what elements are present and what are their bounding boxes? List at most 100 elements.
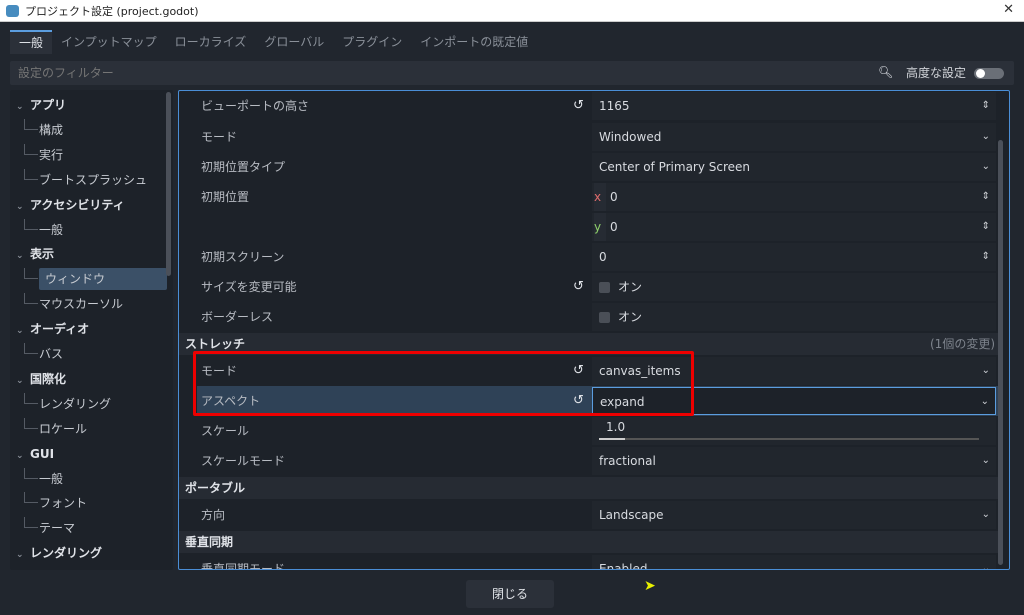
tree-category[interactable]: ⌄表示 bbox=[10, 243, 54, 265]
close-button[interactable]: 閉じる bbox=[466, 580, 554, 608]
section-title: ポータブル bbox=[185, 477, 245, 499]
chevron-down-icon[interactable]: ⌄ bbox=[16, 320, 30, 342]
property-row: 初期スクリーン 0⇕ bbox=[179, 242, 999, 272]
section-header[interactable]: ポータブル bbox=[179, 477, 999, 499]
chevron-down-icon: ⌄ bbox=[981, 388, 989, 416]
tab-2[interactable]: ローカライズ bbox=[166, 30, 256, 54]
tree-item[interactable]: ロケール bbox=[10, 418, 87, 440]
property-label: 初期位置 bbox=[201, 182, 249, 212]
chevron-down-icon: ⌄ bbox=[982, 501, 990, 529]
tree-item-label: レンダリング bbox=[39, 397, 111, 411]
tree-category[interactable]: ⌄アプリ bbox=[10, 94, 66, 116]
close-window-icon[interactable]: ✕ bbox=[1003, 2, 1014, 17]
tree-item-label: テーマ bbox=[39, 521, 75, 535]
tree-item[interactable]: 一般 bbox=[10, 468, 63, 490]
tree-category[interactable]: ⌄オーディオ bbox=[10, 318, 89, 340]
property-row: 方向 Landscape⌄ bbox=[179, 500, 999, 530]
tree-item[interactable]: バス bbox=[10, 343, 63, 365]
tab-0[interactable]: 一般 bbox=[10, 30, 52, 54]
tree-item[interactable]: 実行 bbox=[10, 144, 63, 166]
chevron-down-icon[interactable]: ⌄ bbox=[16, 445, 30, 467]
property-row: y0⇕ bbox=[179, 212, 999, 242]
property-value-spin[interactable]: 0⇕ bbox=[592, 243, 996, 271]
value-text: Windowed bbox=[599, 130, 661, 144]
tab-1[interactable]: インプットマップ bbox=[52, 30, 166, 54]
tree-item-label: アクセシビリティ bbox=[30, 198, 125, 212]
tree-category[interactable]: ⌄国際化 bbox=[10, 368, 66, 390]
tree-item-label: 実行 bbox=[39, 148, 63, 162]
tree-item[interactable]: 構成 bbox=[10, 119, 63, 141]
property-value-drop[interactable]: fractional⌄ bbox=[592, 447, 996, 475]
advanced-settings-label: 高度な設定 bbox=[906, 61, 966, 85]
tree-item-label: オーディオ bbox=[30, 322, 89, 336]
property-value-drop[interactable]: Windowed ⌄ bbox=[592, 123, 996, 151]
settings-filter-input[interactable] bbox=[18, 61, 173, 85]
property-label: スケールモード bbox=[201, 446, 285, 476]
tree-item-label: バス bbox=[39, 347, 63, 361]
tree-item[interactable]: レンダリング bbox=[10, 393, 111, 415]
checkbox[interactable] bbox=[599, 312, 610, 323]
tree-category[interactable]: ⌄レンダリング bbox=[10, 542, 102, 564]
chevron-down-icon: ⌄ bbox=[982, 357, 990, 385]
tree-line bbox=[24, 492, 38, 503]
tree-item-label: GUI bbox=[30, 447, 54, 461]
value-text: fractional bbox=[599, 454, 656, 468]
property-value-spin[interactable]: y0⇕ bbox=[592, 213, 996, 241]
property-value-check[interactable]: オン bbox=[592, 303, 996, 331]
property-label: 初期位置タイプ bbox=[201, 152, 285, 182]
value-text: Enabled bbox=[599, 562, 648, 570]
spinner-arrows-icon: ⇕ bbox=[982, 213, 990, 241]
tree-item[interactable]: 一般 bbox=[10, 219, 63, 241]
revert-icon[interactable]: ↺ bbox=[573, 91, 584, 121]
property-row: サイズを変更可能 ↺ オン bbox=[179, 272, 999, 302]
chevron-down-icon[interactable]: ⌄ bbox=[16, 245, 30, 267]
tree-item[interactable]: テーマ bbox=[10, 517, 75, 539]
tree-scrollbar[interactable] bbox=[166, 92, 171, 276]
tree-category[interactable]: ⌄アクセシビリティ bbox=[10, 194, 125, 216]
property-value-spin[interactable]: 1165⇕ bbox=[592, 92, 996, 120]
property-value-drop[interactable]: Enabled⌄ bbox=[592, 555, 996, 570]
property-label: サイズを変更可能 bbox=[201, 272, 297, 302]
godot-logo-icon bbox=[6, 5, 19, 17]
property-row: 初期位置タイプ Center of Primary Screen⌄ bbox=[179, 152, 999, 182]
tree-line bbox=[24, 144, 38, 155]
chevron-down-icon[interactable]: ⌄ bbox=[16, 370, 30, 392]
tree-item[interactable]: フォント bbox=[10, 492, 87, 514]
chevron-down-icon: ⌄ bbox=[982, 123, 990, 151]
tab-5[interactable]: インポートの既定値 bbox=[411, 30, 537, 54]
advanced-settings-toggle[interactable] bbox=[974, 68, 1004, 79]
checkbox[interactable] bbox=[599, 282, 610, 293]
scale-slider[interactable] bbox=[599, 438, 979, 440]
tab-3[interactable]: グローバル bbox=[255, 30, 333, 54]
property-row: 初期位置 x0⇕ bbox=[179, 182, 999, 212]
property-value-drop[interactable]: Center of Primary Screen⌄ bbox=[592, 153, 996, 181]
axis-label: x bbox=[594, 183, 606, 211]
property-label: 方向 bbox=[201, 500, 225, 530]
value-text: 0 bbox=[610, 190, 618, 204]
property-value-slider[interactable]: 1.0 bbox=[592, 417, 996, 445]
tree-item[interactable]: ブートスプラッシュ bbox=[10, 169, 147, 191]
tree-item-label: 一般 bbox=[39, 472, 63, 486]
spinner-arrows-icon: ⇕ bbox=[982, 92, 990, 120]
property-value-drop[interactable]: Landscape⌄ bbox=[592, 501, 996, 529]
tab-4[interactable]: プラグイン bbox=[333, 30, 411, 54]
chevron-down-icon[interactable]: ⌄ bbox=[16, 196, 30, 218]
property-row: ボーダーレスオン bbox=[179, 302, 999, 332]
section-title: 垂直同期 bbox=[185, 531, 233, 553]
tree-category[interactable]: ⌄GUI bbox=[10, 443, 54, 465]
tree-line bbox=[24, 517, 38, 528]
tree-item[interactable]: マウスカーソル bbox=[10, 293, 123, 315]
value-text: オン bbox=[618, 310, 642, 324]
property-row: スケール1.0 bbox=[179, 416, 999, 446]
revert-icon[interactable]: ↺ bbox=[573, 272, 584, 302]
mouse-cursor-icon: ➤ bbox=[644, 578, 656, 594]
property-value-spin[interactable]: x0⇕ bbox=[592, 183, 996, 211]
inspector-scrollbar[interactable] bbox=[998, 140, 1003, 565]
chevron-down-icon[interactable]: ⌄ bbox=[16, 96, 30, 118]
spinner-arrows-icon: ⇕ bbox=[982, 243, 990, 271]
tree-item[interactable]: ウィンドウ bbox=[10, 268, 167, 290]
chevron-down-icon[interactable]: ⌄ bbox=[16, 544, 30, 566]
property-value-check[interactable]: オン bbox=[592, 273, 996, 301]
property-label: 初期スクリーン bbox=[201, 242, 284, 272]
section-header[interactable]: 垂直同期 bbox=[179, 531, 999, 553]
